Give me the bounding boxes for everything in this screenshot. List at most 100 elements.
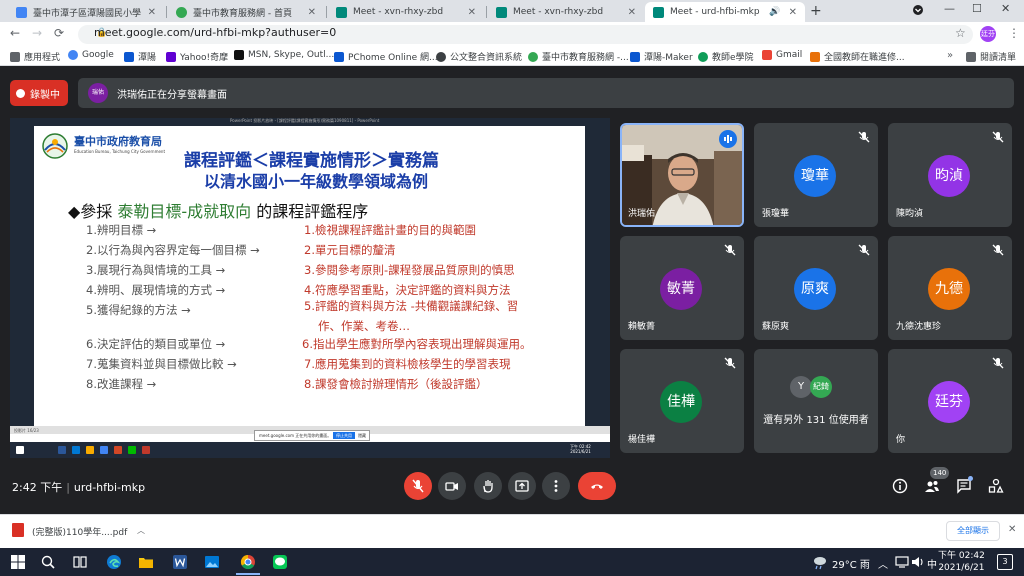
browser-menu-icon[interactable]: ⋮ (1008, 26, 1020, 40)
browser-tab-meet-2[interactable]: Meet - xvn-rhxy-zbd ✕ (488, 2, 644, 22)
activities-icon[interactable] (988, 478, 1004, 494)
right-step-8: 8.課發會檢討辦理情形（後設評鑑） (304, 377, 488, 391)
leave-call-button[interactable] (578, 472, 616, 500)
tray-chevron-icon[interactable]: ︿ (878, 556, 888, 571)
bookmarks-overflow-button[interactable]: » (947, 50, 953, 61)
bookmark-edu-portal[interactable]: 臺中市教育服務網 -... (528, 50, 629, 63)
participant-tile[interactable]: 佳樺 楊佳樺 (620, 349, 744, 453)
chevron-up-icon[interactable]: ︿ (137, 525, 145, 536)
people-icon[interactable] (924, 478, 940, 494)
back-icon[interactable]: ← (10, 26, 20, 40)
hide-banner-button[interactable]: 隱藏 (358, 431, 366, 441)
participant-avatar: 佳樺 (660, 381, 702, 423)
participant-tile[interactable]: 敏菁 賴敏菁 (620, 236, 744, 340)
tab-search-icon[interactable] (912, 4, 924, 19)
bookmark-msn[interactable]: MSN, Skype, Outl... (234, 50, 334, 60)
bookmark-yahoo[interactable]: Yahoo!奇摩 (166, 50, 228, 63)
close-icon[interactable]: ✕ (789, 7, 797, 18)
edu-bureau-subtitle: Education Bureau, Taichung City Governme… (74, 149, 166, 154)
recording-indicator[interactable]: 錄製中 (10, 80, 68, 106)
participant-tile-speaker[interactable]: 洪瑞佑 (620, 123, 744, 227)
bookmark-maker[interactable]: 潭陽-Maker (630, 50, 693, 63)
close-icon[interactable]: ✕ (468, 7, 476, 18)
participant-avatar: Y (790, 376, 812, 398)
bookmark-google[interactable]: Google (68, 50, 114, 60)
microphone-toggle-button[interactable] (404, 472, 432, 500)
camera-toggle-button[interactable] (438, 472, 466, 500)
line-app-icon[interactable] (272, 554, 288, 570)
meeting-details: 2:42 下午 | urd-hfbi-mkp (12, 479, 145, 495)
bookmark-docs-system[interactable]: 公文整合資訊系統 (436, 50, 522, 63)
weather-rain-icon[interactable] (812, 554, 828, 570)
bookmark-gmail[interactable]: Gmail (762, 50, 802, 60)
word-icon[interactable] (172, 554, 188, 570)
more-options-button[interactable] (542, 472, 570, 500)
download-item[interactable]: (完整版)110學年....pdf (32, 525, 127, 538)
bookmark-teacher-elearning[interactable]: 教師e學院 (698, 50, 754, 63)
screen-share-banner: meet.google.com 正在共用你的畫面。 停止共用 隱藏 (254, 430, 370, 441)
ppt-window-title: PowerPoint 投影片放映 - [課程評鑑(課程實施情形)實務篇10908… (230, 118, 380, 123)
minimize-button[interactable]: — (944, 2, 955, 15)
stop-sharing-button[interactable]: 停止共用 (333, 432, 355, 439)
right-step-6: 6.指出學生應對所學內容表現出理解與運用。 (302, 337, 532, 351)
profile-avatar[interactable]: 廷芬 (980, 26, 996, 42)
browser-tab-meet-1[interactable]: Meet - xvn-rhxy-zbd ✕ (328, 2, 484, 22)
participant-tile[interactable]: 瓊華 張瓊華 (754, 123, 878, 227)
weather-text[interactable]: 29°C 雨 (832, 556, 870, 571)
edge-icon[interactable] (106, 554, 122, 570)
close-shelf-button[interactable]: ✕ (1008, 524, 1016, 535)
browser-tab-meet-active[interactable]: Meet - urd-hfbi-mkp 🔊 ✕ (645, 2, 805, 22)
portal-favicon (176, 6, 187, 18)
show-all-downloads-button[interactable]: 全部顯示 (946, 521, 1000, 541)
windows-start-icon[interactable] (10, 554, 26, 570)
close-icon[interactable]: ✕ (148, 7, 156, 18)
line-icon (128, 446, 136, 454)
forward-icon[interactable]: → (32, 26, 42, 40)
search-icon[interactable] (40, 554, 56, 570)
volume-icon[interactable] (910, 554, 926, 570)
participant-tile[interactable]: 九德 九德沈惠珍 (888, 236, 1012, 340)
mic-off-icon (992, 244, 1004, 256)
network-icon[interactable] (894, 554, 910, 570)
meet-favicon (336, 6, 347, 18)
url-text[interactable]: meet.google.com/urd-hfbi-mkp?authuser=0 (94, 26, 336, 39)
speaker-icon[interactable]: 🔊 (769, 7, 780, 17)
system-clock[interactable]: 下午 02:42 2021/6/21 (938, 550, 985, 574)
ime-indicator[interactable]: 中 (927, 556, 937, 571)
close-icon[interactable]: ✕ (308, 7, 316, 18)
bookmark-apps[interactable]: 應用程式 (10, 50, 60, 63)
reload-icon[interactable]: ⟳ (54, 26, 64, 40)
maximize-button[interactable]: ☐ (972, 2, 982, 15)
reading-list-button[interactable]: 閱讀清單 (966, 50, 1016, 63)
bookmark-teacher-training[interactable]: 全國教師在職進修... (810, 50, 905, 63)
close-icon[interactable]: ✕ (628, 7, 636, 18)
new-tab-button[interactable]: + (810, 3, 822, 19)
participant-tile-self[interactable]: 廷芬 你 (888, 349, 1012, 453)
participant-avatar: 九德 (928, 268, 970, 310)
chrome-icon[interactable] (240, 554, 256, 570)
participant-name: 陳昀湞 (896, 209, 924, 219)
shared-clock: 下午 02:42 2021/6/21 (570, 444, 591, 454)
hang-up-icon (591, 484, 603, 489)
image-viewer-icon[interactable] (204, 554, 220, 570)
participant-name: 你 (896, 435, 906, 445)
school-icon (630, 51, 640, 62)
meeting-info-icon[interactable] (892, 478, 908, 494)
participant-tile[interactable]: 原爽 蘇原爽 (754, 236, 878, 340)
bookmark-pchome[interactable]: PChome Online 網... (334, 50, 438, 63)
participant-name: 九德沈惠珍 (896, 322, 942, 332)
present-screen-button[interactable] (508, 472, 536, 500)
browser-tab-tanyang[interactable]: 臺中市潭子區潭陽國民小學 ✕ (8, 2, 164, 22)
bookmark-tanyang[interactable]: 潭陽 (124, 50, 156, 63)
browser-tab-edu-portal[interactable]: 臺中市教育服務網 - 首頁 ✕ (168, 2, 324, 22)
edu-bureau-title: 臺中市政府教育局 (74, 135, 162, 148)
other-participants-tile[interactable]: Y 紀錡 還有另外 131 位使用者 (754, 349, 878, 453)
participant-tile[interactable]: 昀湞 陳昀湞 (888, 123, 1012, 227)
close-window-button[interactable]: ✕ (1001, 2, 1010, 15)
raise-hand-button[interactable] (474, 472, 502, 500)
notification-center-icon[interactable]: 3 (997, 554, 1013, 570)
file-explorer-icon[interactable] (138, 554, 154, 570)
chat-unread-dot (968, 476, 973, 481)
bookmark-star-icon[interactable]: ☆ (955, 26, 966, 40)
task-view-icon[interactable] (72, 554, 88, 570)
